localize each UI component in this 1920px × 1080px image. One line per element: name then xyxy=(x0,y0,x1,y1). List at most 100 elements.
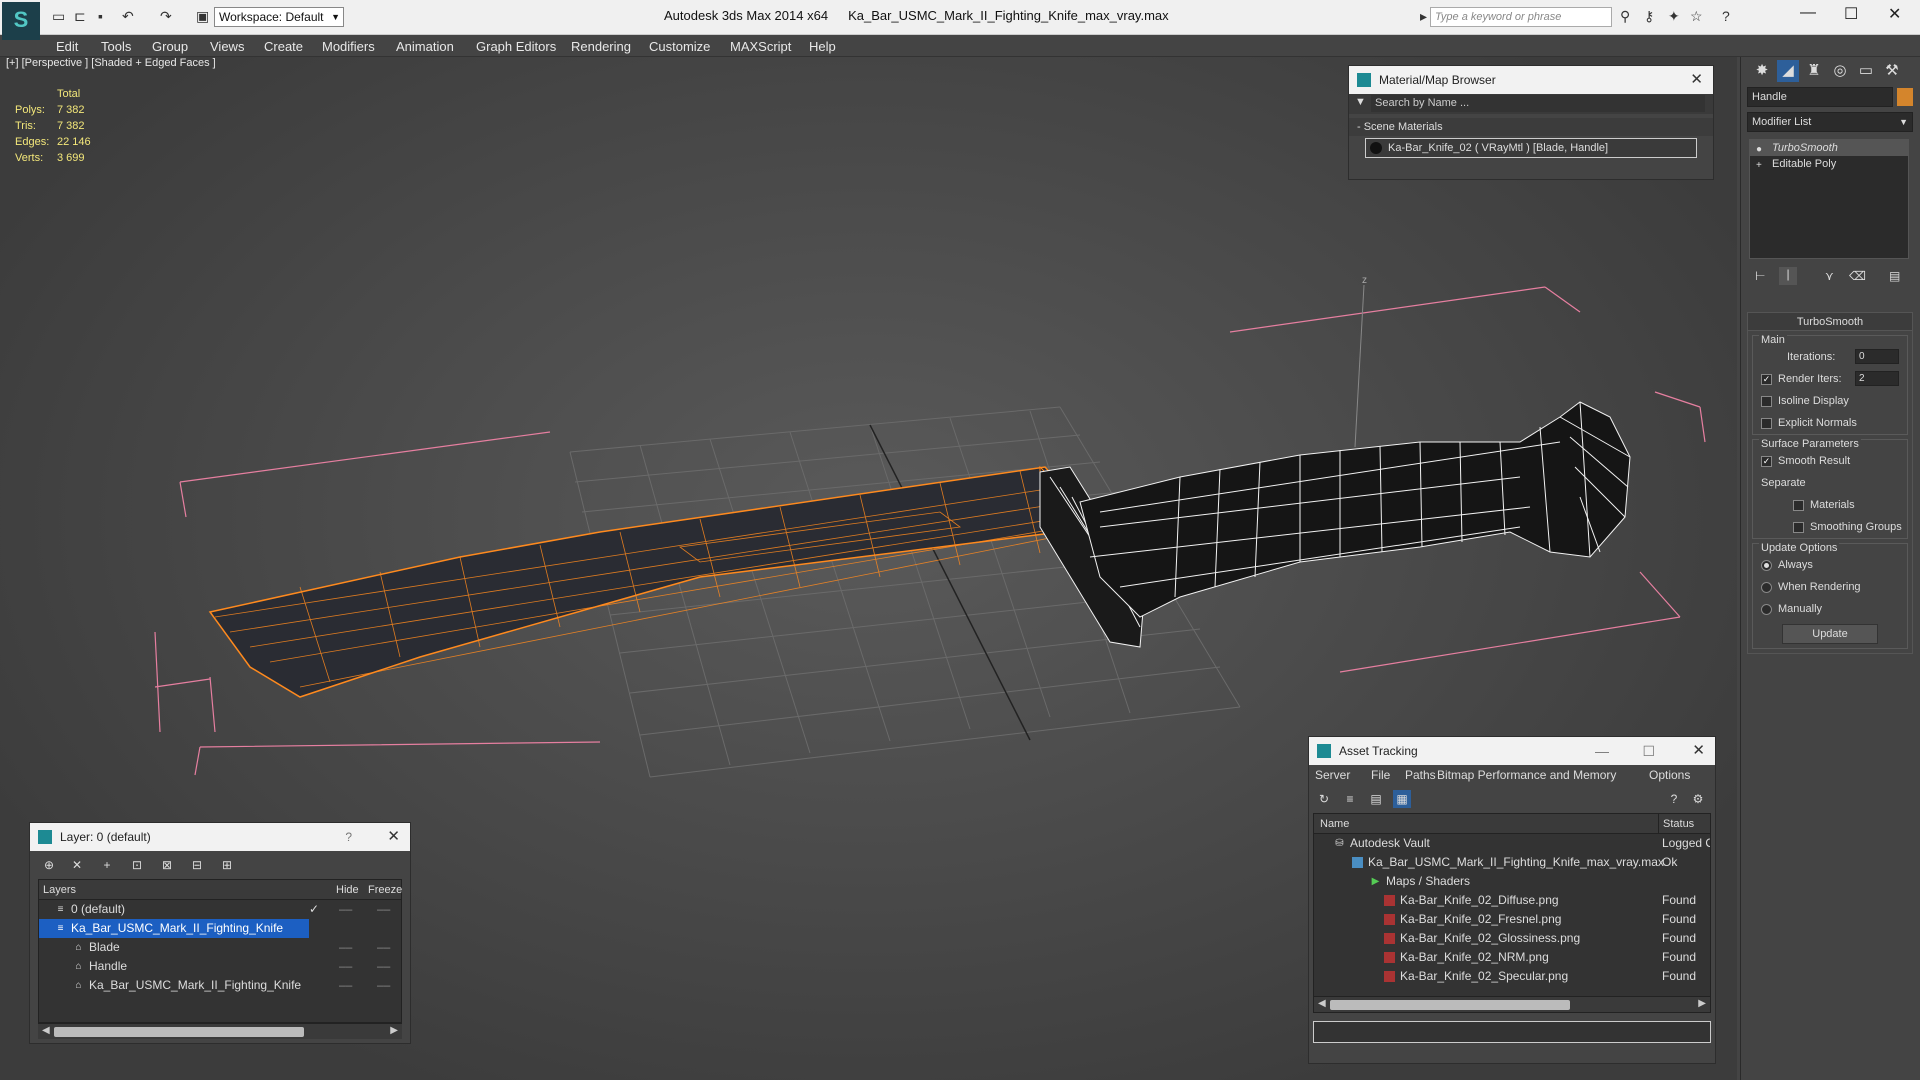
scroll-right-icon[interactable]: ▶ xyxy=(1698,998,1706,1009)
binoculars-icon[interactable]: ⚲ xyxy=(1620,8,1630,25)
object-color-swatch[interactable] xyxy=(1897,88,1913,106)
layer-row[interactable]: ⌂ Blade –– –– xyxy=(39,938,401,957)
utilities-tab-icon[interactable]: ⚒ xyxy=(1881,60,1903,82)
scene-materials-header[interactable]: - Scene Materials xyxy=(1349,118,1713,136)
freeze-all-icon[interactable]: ⊞ xyxy=(218,856,236,874)
scroll-right-icon[interactable]: ▶ xyxy=(390,1025,398,1036)
viewport-label[interactable]: [+] [Perspective ] [Shaded + Edged Faces… xyxy=(6,57,216,69)
modify-tab-icon[interactable]: ◢ xyxy=(1777,60,1799,82)
create-tab-icon[interactable]: ✸ xyxy=(1751,60,1773,82)
help-icon[interactable]: ? xyxy=(1665,790,1683,808)
show-end-result-icon[interactable]: | xyxy=(1779,267,1797,285)
layer-panel-titlebar[interactable]: Layer: 0 (default)? ✕ xyxy=(30,823,410,851)
hide-column[interactable]: Hide xyxy=(336,880,359,900)
layer-row[interactable]: ≡ Ka_Bar_USMC_Mark_II_Fighting_Knife xyxy=(39,919,309,938)
smooth-result-checkbox[interactable]: ✓ xyxy=(1761,455,1772,467)
asset-row[interactable]: Ka_Bar_USMC_Mark_II_Fighting_Knife_max_v… xyxy=(1314,853,1710,872)
layer-horizontal-scrollbar[interactable]: ◀ ▶ xyxy=(38,1023,402,1039)
material-item[interactable]: Ka-Bar_Knife_02 ( VRayMtl ) [Blade, Hand… xyxy=(1365,138,1697,158)
expand-plus-icon[interactable]: + xyxy=(1756,158,1762,174)
menu-tools[interactable]: Tools xyxy=(101,39,131,54)
remove-modifier-icon[interactable]: ⌫ xyxy=(1849,269,1866,283)
scroll-thumb[interactable] xyxy=(1330,1000,1570,1010)
key-icon[interactable]: ⚷ xyxy=(1644,8,1654,25)
asset-row[interactable]: ▶ Maps / Shaders xyxy=(1314,872,1710,891)
close-icon[interactable]: ✕ xyxy=(1692,737,1705,765)
manually-radio[interactable] xyxy=(1761,603,1772,615)
configure-sets-icon[interactable]: ▤ xyxy=(1889,269,1900,283)
minimize-icon[interactable]: — xyxy=(1800,4,1816,22)
maximize-icon[interactable]: ☐ xyxy=(1844,4,1858,24)
asset-path-field[interactable] xyxy=(1313,1021,1711,1043)
update-button[interactable]: Update xyxy=(1782,624,1878,644)
menu-help[interactable]: Help xyxy=(809,39,836,54)
status-column[interactable]: Status xyxy=(1658,814,1694,834)
materials-checkbox[interactable] xyxy=(1793,499,1804,511)
menu-animation[interactable]: Animation xyxy=(396,39,454,54)
freeze-toggle[interactable]: –– xyxy=(377,938,390,957)
maximize-icon[interactable]: ☐ xyxy=(1642,737,1655,765)
asset-row[interactable]: Ka-Bar_Knife_02_NRM.png Found xyxy=(1314,948,1710,967)
table-view-icon[interactable]: ▦ xyxy=(1393,790,1411,808)
layer-row[interactable]: ⌂ Handle –– –– xyxy=(39,957,401,976)
asset-row[interactable]: Ka-Bar_Knife_02_Fresnel.png Found xyxy=(1314,910,1710,929)
stack-item-turbosmooth[interactable]: ● TurboSmooth xyxy=(1750,140,1908,156)
menu-edit[interactable]: Edit xyxy=(56,39,78,54)
search-arrow-icon[interactable]: ▸ xyxy=(1420,8,1427,25)
close-icon[interactable]: ✕ xyxy=(387,823,400,851)
object-name-field[interactable]: Handle xyxy=(1747,87,1893,107)
asset-horizontal-scrollbar[interactable]: ◀ ▶ xyxy=(1314,996,1710,1012)
add-to-layer-icon[interactable]: + xyxy=(98,856,116,874)
hierarchy-tab-icon[interactable]: ♜ xyxy=(1803,60,1825,82)
menu-group[interactable]: Group xyxy=(152,39,188,54)
freeze-toggle[interactable]: –– xyxy=(377,976,390,995)
menu-create[interactable]: Create xyxy=(264,39,303,54)
menu-paths[interactable]: Paths xyxy=(1405,768,1436,782)
menu-modifiers[interactable]: Modifiers xyxy=(322,39,375,54)
isoline-checkbox[interactable] xyxy=(1761,395,1772,407)
active-layer-check-icon[interactable]: ✓ xyxy=(309,900,319,919)
communication-icon[interactable]: ✦ xyxy=(1668,8,1680,25)
render-iters-spinner[interactable]: 2 xyxy=(1855,371,1899,386)
layers-column[interactable]: Layers xyxy=(43,880,76,900)
project-icon[interactable]: ▣ xyxy=(196,8,209,25)
menu-server[interactable]: Server xyxy=(1315,768,1350,782)
list-view-icon[interactable]: ≡ xyxy=(1341,790,1359,808)
scroll-left-icon[interactable]: ◀ xyxy=(1318,998,1326,1009)
handle-mesh[interactable] xyxy=(1079,401,1631,618)
modifier-list-dropdown[interactable]: Modifier List ▼ xyxy=(1747,112,1913,132)
render-iters-checkbox[interactable]: ✓ xyxy=(1761,373,1772,385)
material-search-input[interactable]: Search by Name ... xyxy=(1371,95,1705,112)
always-radio[interactable] xyxy=(1761,559,1772,571)
hide-all-icon[interactable]: ⊟ xyxy=(188,856,206,874)
undo-icon[interactable]: ↶ xyxy=(122,8,134,25)
minimize-icon[interactable]: — xyxy=(1595,737,1609,765)
freeze-toggle[interactable]: –– xyxy=(377,957,390,976)
stack-item-editable-poly[interactable]: + Editable Poly xyxy=(1750,156,1908,172)
hide-toggle[interactable]: –– xyxy=(339,976,352,995)
rollout-header[interactable]: TurboSmooth xyxy=(1748,313,1912,331)
select-objects-icon[interactable]: ⊡ xyxy=(128,856,146,874)
motion-tab-icon[interactable]: ◎ xyxy=(1829,60,1851,82)
close-icon[interactable]: ✕ xyxy=(1888,4,1901,24)
help-icon[interactable]: ? xyxy=(1722,8,1730,24)
menu-rendering[interactable]: Rendering xyxy=(571,39,631,54)
refresh-icon[interactable]: ↻ xyxy=(1315,790,1333,808)
blade-mesh[interactable] xyxy=(208,465,1102,698)
material-browser-titlebar[interactable]: Material/Map Browser ✕ xyxy=(1349,66,1713,94)
freeze-toggle[interactable]: –– xyxy=(377,900,390,919)
name-column[interactable]: Name xyxy=(1320,814,1349,834)
smoothing-groups-checkbox[interactable] xyxy=(1793,521,1804,533)
search-input[interactable]: Type a keyword or phrase xyxy=(1430,7,1612,27)
asset-row[interactable]: Ka-Bar_Knife_02_Specular.png Found xyxy=(1314,967,1710,986)
freeze-column[interactable]: Freeze xyxy=(368,880,402,900)
filter-icon[interactable]: ▼ xyxy=(1355,96,1366,108)
workspace-dropdown[interactable]: Workspace: Default ▼ xyxy=(214,7,344,27)
menu-file[interactable]: File xyxy=(1371,768,1390,782)
save-icon[interactable]: ▪ xyxy=(98,8,103,24)
close-icon[interactable]: ✕ xyxy=(1690,66,1703,94)
redo-icon[interactable]: ↷ xyxy=(160,8,172,25)
detail-view-icon[interactable]: ▤ xyxy=(1367,790,1385,808)
asset-tracking-titlebar[interactable]: Asset Tracking — ☐ ✕ xyxy=(1309,737,1715,765)
asset-row[interactable]: Ka-Bar_Knife_02_Diffuse.png Found xyxy=(1314,891,1710,910)
